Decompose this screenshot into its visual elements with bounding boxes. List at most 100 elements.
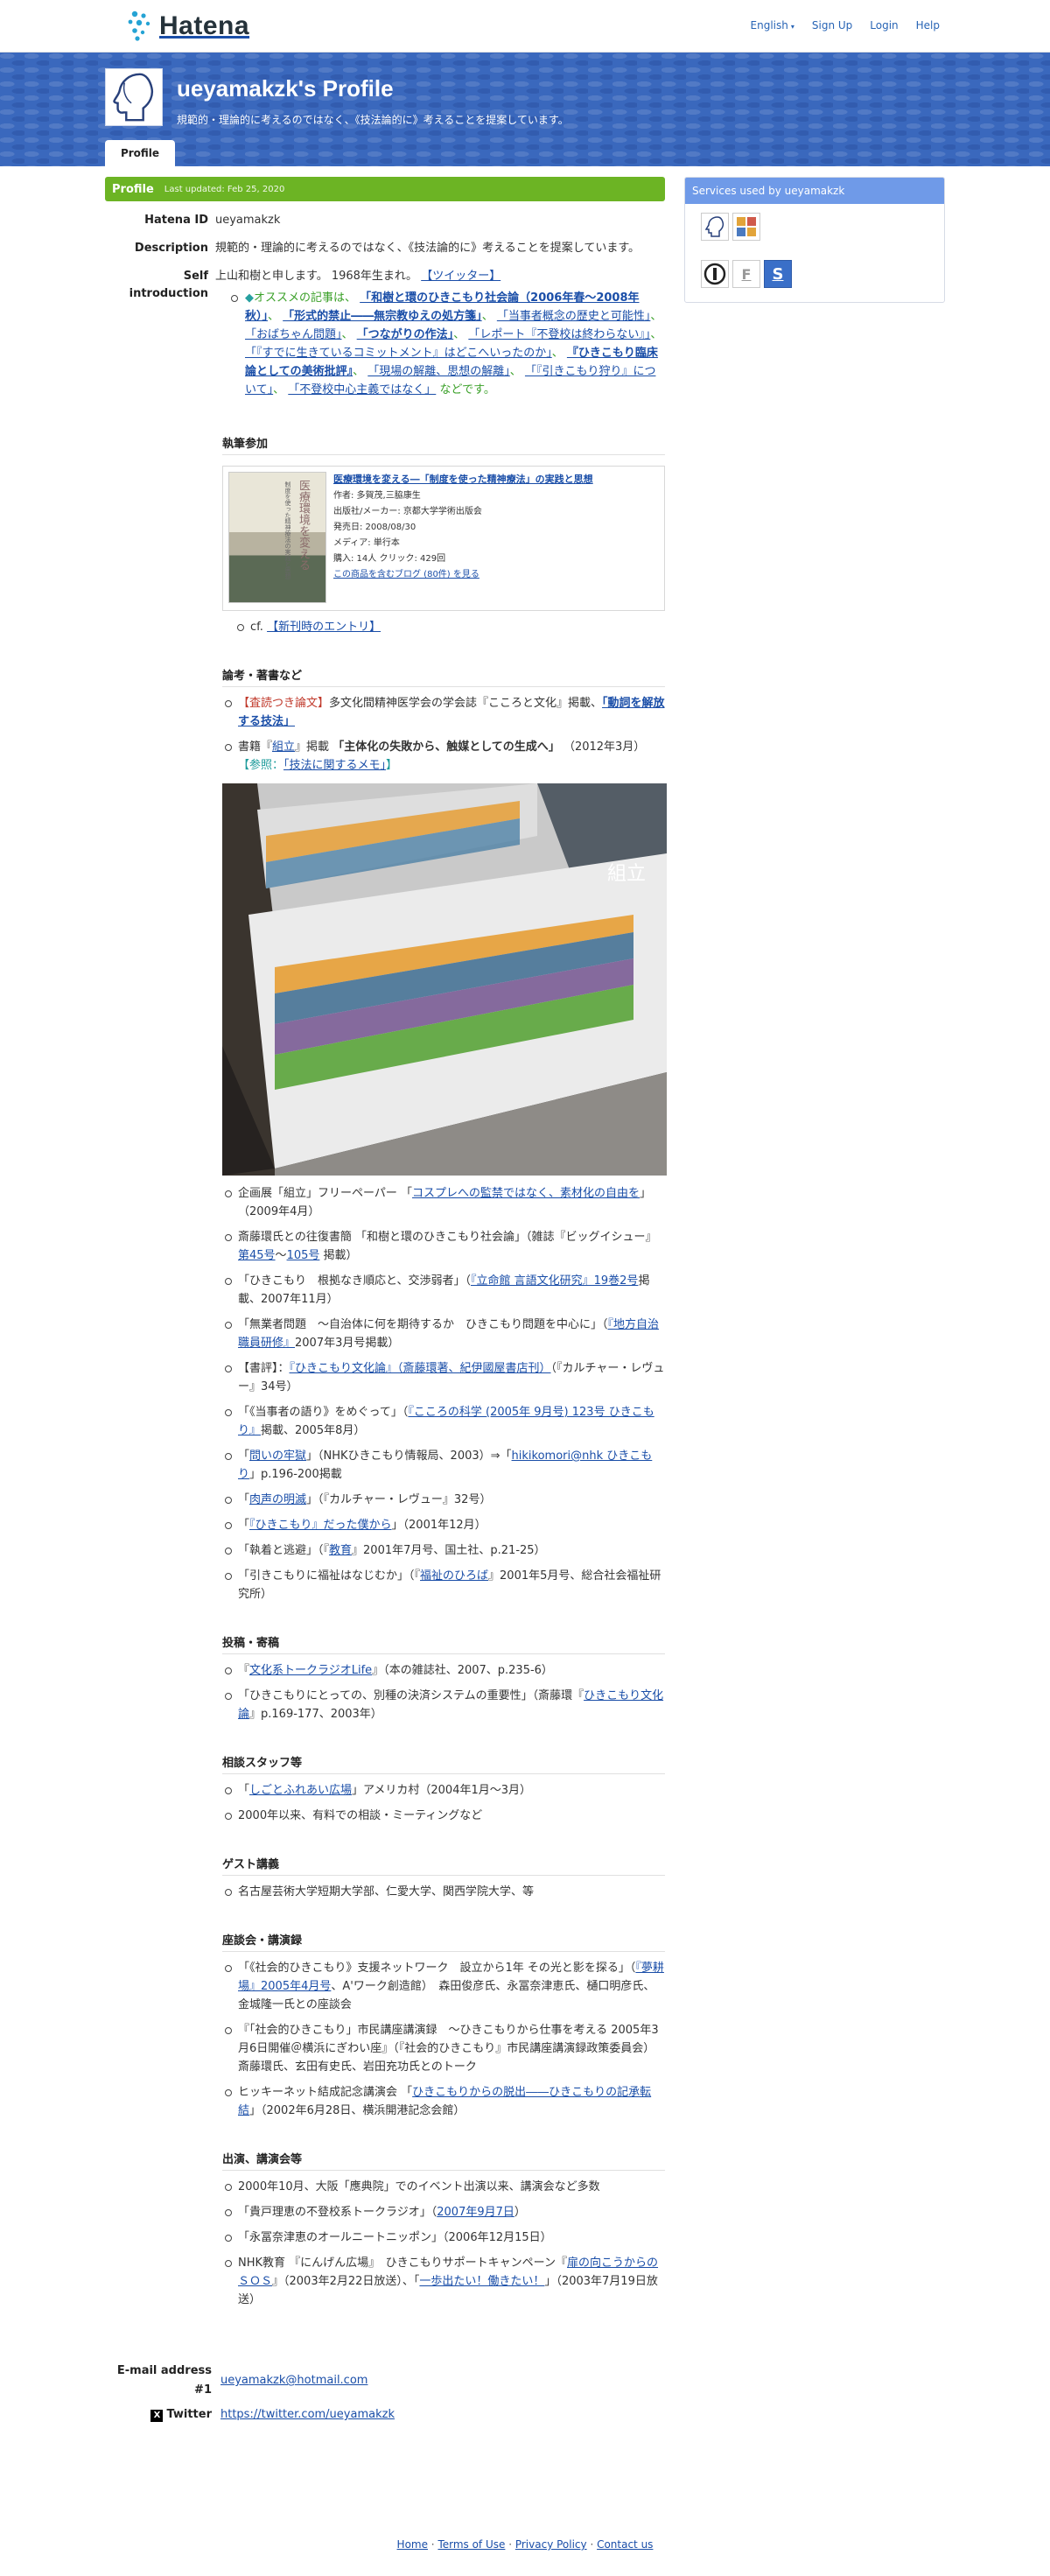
profile-row-description: Description 規範的・理論的に考えるのではなく、《技法論的に》考えるこ… (105, 240, 665, 257)
item-link[interactable]: 福祉のひろば (420, 1569, 488, 1583)
hatena-id-label: Hatena ID (144, 214, 208, 227)
signup-link[interactable]: Sign Up (812, 19, 852, 32)
twitter-label-wrap: X Twitter (105, 2405, 220, 2425)
item-link[interactable]: 2007年9月7日 (437, 2206, 514, 2219)
x-logo-icon: X (150, 2410, 164, 2422)
hatena-logo[interactable]: Hatena (126, 9, 249, 44)
list-item: 書籍『組立』掲載 「主体化の失敗から、触媒としての生成へ」 （2012年3月） … (225, 738, 665, 775)
book-photo-image: 組立 (222, 783, 667, 1176)
article-link[interactable]: 「『すでに生きているコミットメント』はどこへいったのか」 (245, 347, 552, 360)
last-updated: Last updated: Feb 25, 2020 (164, 184, 285, 194)
list-item: 斎藤環氏との往復書簡 「和樹と環のひきこもり社会論」（雑誌『ビッグイシュー』第4… (225, 1228, 665, 1265)
article-link[interactable]: 「不登校中心主義ではなく」 (288, 383, 436, 397)
header-nav: English ▾ Sign Up Login Help (751, 19, 940, 32)
item-link[interactable]: 『ひきこもり』だった僕から (249, 1519, 392, 1532)
book-kumitate-link[interactable]: 組立 (272, 741, 295, 754)
email-link[interactable]: ueyamakzk@hotmail.com (220, 2371, 368, 2390)
f-icon[interactable]: F (732, 260, 760, 288)
services-title: Services used by ueyamakzk (685, 178, 944, 204)
list-item: 「ひきこもりにとっての、別種の決済システムの重要性」（斎藤環『ひきこもり文化論』… (225, 1687, 665, 1723)
item-link[interactable]: 文化系トークラジオLife (249, 1664, 372, 1677)
sidebar: Services used by ueyamakzk F S (684, 177, 945, 303)
s-icon[interactable]: S (764, 260, 792, 288)
item-link[interactable]: 一歩出たい！働きたい！ (419, 2275, 544, 2288)
tab-profile[interactable]: Profile (105, 140, 175, 166)
list-item: 2000年10月、大阪「應典院」でのイベント出演以来、講演会など多数 (225, 2178, 665, 2196)
list-item: ヒッキーネット結成記念講演会 「ひきこもりからの脱出――ひきこもりの記承転結」（… (225, 2083, 665, 2120)
antenna-icon[interactable] (701, 260, 729, 288)
list-item: 「《当事者の語り》をめぐって」（『こころの科学 (2005年 9月号) 123号… (225, 1403, 665, 1440)
talks-list: 「《社会的ひきこもり》支援ネットワーク 設立から1年 その光と影を探る」（『夢耕… (222, 1959, 665, 2120)
twitter-intro-link[interactable]: 【ツイッター】 (421, 270, 500, 283)
profile-section-header: Profile Last updated: Feb 25, 2020 (105, 177, 665, 201)
hatena-id-value: ueyamakzk (215, 214, 281, 227)
item-link[interactable]: 問いの牢獄 (249, 1449, 306, 1463)
profile-tagline: 規範的・理論的に考えるのではなく、《技法論的に》考えることを提案しています。 (177, 114, 569, 126)
item-link[interactable]: しごとふれあい広場 (249, 1784, 352, 1797)
hatena-profile-icon[interactable] (701, 213, 729, 241)
list-item: 『「社会的ひきこもり」市民講座講演録 〜ひきこもりから仕事を考える 2005年3… (225, 2021, 665, 2076)
footer-home-link[interactable]: Home (397, 2538, 428, 2551)
list-item: 「しごとふれあい広場」アメリカ村（2004年1月〜3月） (225, 1781, 665, 1800)
services-row (701, 213, 937, 241)
list-item: 「無業者問題 〜自治体に何を期待するか ひきこもり問題を中心に」（『地方自治職員… (225, 1316, 665, 1352)
list-item: 「《社会的ひきこもり》支援ネットワーク 設立から1年 その光と影を探る」（『夢耕… (225, 1959, 665, 2014)
book-blog-link[interactable]: この商品を含むブログ (80件) を見る (333, 570, 480, 579)
contact-section: E-mail address #1 ueyamakzk@hotmail.com … (105, 2362, 665, 2425)
book-cover[interactable]: 医療環境を変える 制度を使った精神療法の実践と思想 (228, 472, 326, 603)
book-card: 医療環境を変える 制度を使った精神療法の実践と思想 医療環境を変える―「制度を使… (222, 466, 665, 611)
footer-privacy-link[interactable]: Privacy Policy (515, 2538, 587, 2551)
recommended-articles: ◆オススメの記事は、 「和樹と環のひきこもり社会論（2006年春〜2008年秋）… (215, 289, 665, 399)
book-publisher: 出版社/メーカー: 京都大学学術出版会 (333, 507, 482, 516)
list-item: 「貴戸理恵の不登校系トークラジオ」（2007年9月7日） (225, 2203, 665, 2222)
profile-row-id: Hatena ID ueyamakzk (105, 212, 665, 229)
new-book-entry-link[interactable]: 【新刊時のエントリ】 (267, 621, 381, 634)
book-title-link[interactable]: 医療環境を変える―「制度を使った精神療法」の実践と思想 (333, 474, 593, 485)
cf-list: cf. 【新刊時のエントリ】 (234, 618, 665, 636)
article-link[interactable]: 「現場の解離、思想の解離」 (368, 365, 510, 378)
email-label: E-mail address #1 (116, 2364, 212, 2397)
item-link[interactable]: 105号 (287, 1249, 320, 1262)
help-link[interactable]: Help (916, 19, 940, 32)
item-link[interactable]: 『立命館 言語文化研究』19巻2号 (471, 1274, 638, 1288)
list-item: 『文化系トークラジオLife』（本の雑誌社、2007、p.235-6） (225, 1661, 665, 1680)
article-link[interactable]: 「レポート『不登校は終わらない』」 (468, 328, 650, 341)
photo-caption: 組立 (607, 863, 646, 885)
item-link[interactable]: 『ひきこもり文化論』（斎藤環著、紀伊國屋書店刊） (290, 1362, 551, 1375)
twitter-row: X Twitter https://twitter.com/ueyamakzk (105, 2405, 665, 2425)
article-link[interactable]: 「つながりの作法」 (357, 328, 454, 341)
guest-list: 名古屋芸術大学短期大学部、仁愛大学、関西学院大学、等 (222, 1883, 665, 1901)
book-date: 発売日: 2008/08/30 (333, 523, 416, 532)
item-link[interactable]: 肉声の明滅 (249, 1493, 306, 1506)
twitter-url-link[interactable]: https://twitter.com/ueyamakzk (220, 2405, 395, 2425)
item-link[interactable]: コスプレへの監禁ではなく、素材化の自由を (412, 1187, 640, 1200)
diamond-icon: ◆ (245, 291, 254, 305)
footer-contact-link[interactable]: Contact us (597, 2538, 653, 2551)
section-title-guest: ゲスト講義 (222, 1855, 665, 1876)
technique-memo-link[interactable]: 「技法に関するメモ」 (284, 759, 386, 772)
list-item: 「ひきこもり 根拠なき順応と、交渉弱者」（『立命館 言語文化研究』19巻2号掲載… (225, 1272, 665, 1309)
profile-banner: ueyamakzk's Profile 規範的・理論的に考えるのではなく、《技法… (0, 53, 1050, 166)
twitter-label: Twitter (166, 2408, 212, 2421)
appear-list: 2000年10月、大阪「應典院」でのイベント出演以来、講演会など多数 「貴戸理恵… (222, 2178, 665, 2309)
section-title-papers: 論考・著書など (222, 666, 665, 687)
list-item: 「執着と逃避」（『教育』2001年7月号、国土社、p.21-25） (225, 1541, 665, 1560)
footer-terms-link[interactable]: Terms of Use (438, 2538, 505, 2551)
article-link[interactable]: 「おばちゃん問題」 (245, 328, 342, 341)
main-content: Profile Last updated: Feb 25, 2020 Haten… (105, 177, 667, 2425)
services-box: Services used by ueyamakzk F S (684, 177, 945, 303)
book-photo: 組立 (222, 783, 667, 1176)
article-link[interactable]: 「当事者概念の歴史と可能性」 (497, 310, 651, 323)
hatena-star-icon[interactable] (732, 213, 760, 241)
item-link[interactable]: 第45号 (238, 1249, 276, 1262)
list-item: 「永冨奈津恵のオールニートニッポン」（2006年12月15日） (225, 2229, 665, 2247)
language-selector[interactable]: English ▾ (751, 19, 794, 32)
book-stats: 購入: 14人 クリック: 429回 (333, 554, 446, 564)
article-link[interactable]: 「形式的禁止――無宗教ゆえの処方箋」 (283, 310, 482, 323)
list-item: 「引きこもりに福祉はなじむか」（『福祉のひろば』2001年5月号、総合社会福祉研… (225, 1567, 665, 1604)
item-link[interactable]: 教育 (329, 1544, 352, 1557)
login-link[interactable]: Login (870, 19, 898, 32)
book-author: 作者: 多賀茂,三脇康生 (333, 491, 421, 501)
avatar (105, 68, 163, 126)
papers-list: 【査読つき論文】多文化間精神医学会の学会誌『こころと文化』掲載、「動詞を解放する… (222, 694, 665, 775)
